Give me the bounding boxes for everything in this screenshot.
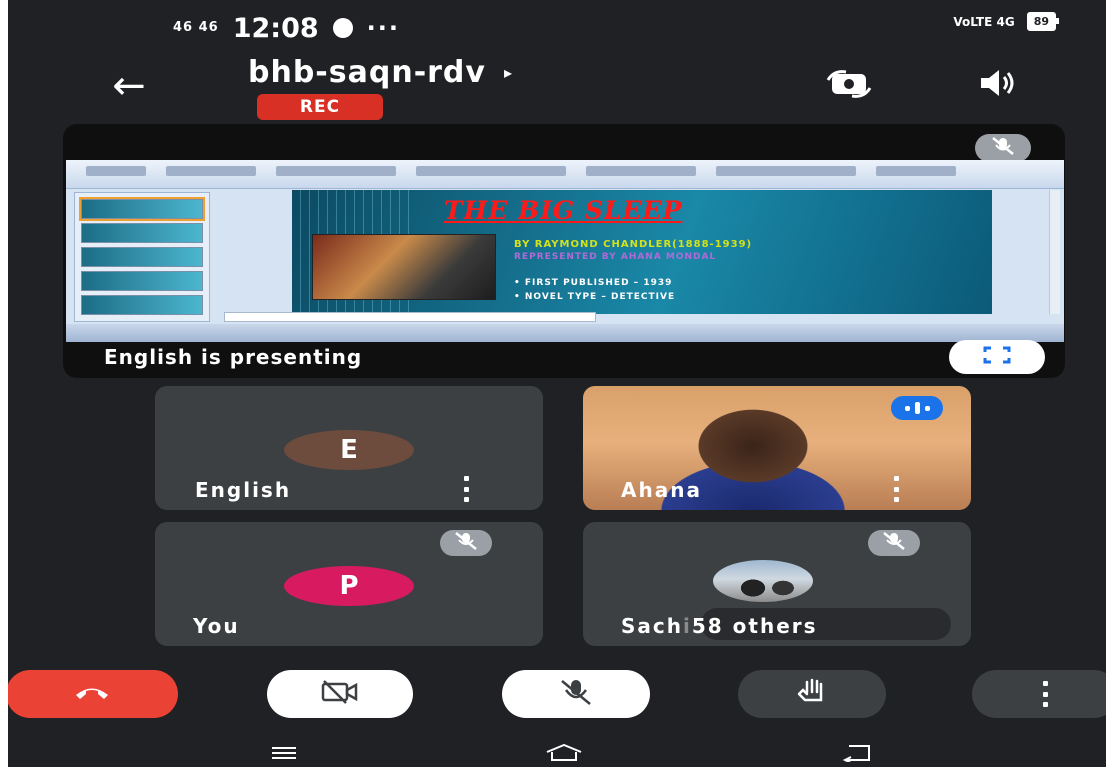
phone-screen: 46 46 12:08 ··· VoLTE 4G 89 ← bhb-saqn-r… <box>8 0 1106 767</box>
slide-illustration-image <box>312 234 496 300</box>
participant-tile-others[interactable]: Sachi58 others <box>583 522 971 646</box>
more-vert-icon[interactable] <box>461 476 471 502</box>
switch-camera-icon[interactable] <box>826 68 872 98</box>
more-vert-icon[interactable] <box>891 476 901 502</box>
mic-off-icon <box>990 136 1016 160</box>
battery-icon: 89 <box>1026 12 1060 31</box>
muted-badge <box>440 530 492 556</box>
meeting-details-arrow-icon: ▸ <box>503 63 512 82</box>
recording-badge: REC <box>257 94 383 120</box>
participant-name: You <box>193 614 240 638</box>
status-bar-right: VoLTE 4G 89 <box>953 12 1060 31</box>
fullscreen-icon <box>982 345 1012 369</box>
more-notifications-indicator: ··· <box>366 14 401 42</box>
home-button[interactable] <box>538 740 590 766</box>
hand-icon <box>795 678 829 710</box>
more-vert-icon <box>1040 681 1050 707</box>
mic-off-icon <box>556 678 596 710</box>
avatar <box>713 560 813 602</box>
notification-icon <box>332 18 353 38</box>
back-arrow-icon[interactable]: ← <box>104 66 154 106</box>
slide-thumbnails-panel <box>74 192 210 322</box>
presentation-tile[interactable]: THE BIG SLEEP BY RAYMOND CHANDLER(1888-1… <box>63 124 1065 378</box>
avatar: E <box>284 430 414 470</box>
muted-badge <box>868 530 920 556</box>
participant-tile-you[interactable]: P You <box>155 522 543 646</box>
recent-apps-button[interactable] <box>258 740 310 766</box>
participant-name: Ahana <box>621 478 702 502</box>
slide-bullet: • FIRST PUBLISHED – 1939 <box>514 278 673 288</box>
phone-hangup-icon <box>72 682 112 706</box>
speaking-indicator <box>891 396 943 420</box>
slide-author-line: BY RAYMOND CHANDLER(1888-1939) <box>514 239 753 250</box>
network-indicator: VoLTE 4G <box>953 14 1015 29</box>
shared-window-scrollbar <box>1049 190 1060 314</box>
current-slide: THE BIG SLEEP BY RAYMOND CHANDLER(1888-1… <box>292 190 992 314</box>
slide-bullet: • NOVEL TYPE – DETECTIVE <box>514 292 676 302</box>
shared-taskbar <box>66 324 1064 342</box>
mic-off-icon <box>454 532 478 554</box>
status-bar-left: 46 46 12:08 ··· <box>173 10 400 46</box>
speaker-volume-icon[interactable] <box>973 68 1019 98</box>
more-options-button[interactable] <box>972 670 1106 718</box>
camera-toggle-button[interactable] <box>267 670 413 718</box>
meeting-code: bhb-saqn-rdv <box>248 55 486 90</box>
app-ribbon <box>66 160 1064 189</box>
shared-screen-content: THE BIG SLEEP BY RAYMOND CHANDLER(1888-1… <box>66 160 1064 342</box>
signal-strength-indicator: 46 46 <box>173 20 219 35</box>
participant-name: English <box>195 478 292 502</box>
slide-represented-by: REPRESENTED BY AHANA MONDAL <box>514 252 717 262</box>
slide-title: THE BIG SLEEP <box>444 196 683 225</box>
back-nav-button[interactable] <box>830 740 882 766</box>
others-count-label: 58 others <box>691 614 818 638</box>
presenter-muted-badge <box>975 134 1031 162</box>
participant-tile-ahana[interactable]: Ahana <box>583 386 971 510</box>
camera-off-icon <box>320 679 360 709</box>
end-call-button[interactable] <box>8 670 178 718</box>
fullscreen-button[interactable] <box>949 340 1045 374</box>
avatar: P <box>284 566 414 606</box>
mic-off-icon <box>882 532 906 554</box>
microphone-toggle-button[interactable] <box>502 670 650 718</box>
presenting-label: English is presenting <box>104 345 363 369</box>
meeting-title[interactable]: bhb-saqn-rdv ▸ <box>248 55 512 90</box>
slide-notes-area <box>224 312 596 322</box>
raise-hand-button[interactable] <box>738 670 886 718</box>
participant-name: Sachi58 others <box>621 614 818 638</box>
participant-tile-english[interactable]: E English <box>155 386 543 510</box>
status-time: 12:08 <box>232 12 319 44</box>
